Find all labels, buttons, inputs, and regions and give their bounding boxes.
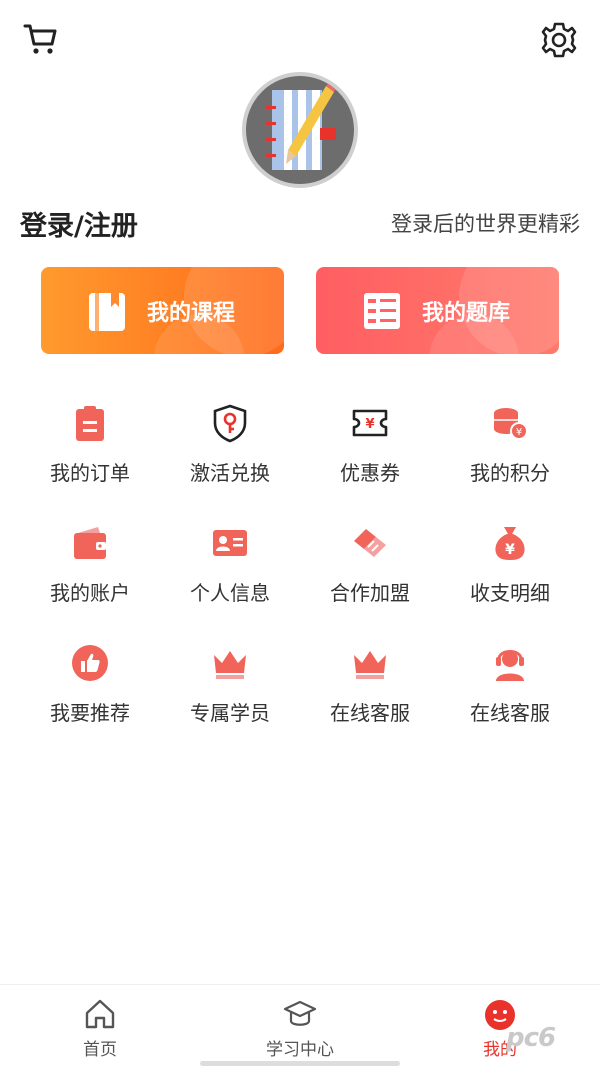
menu-grid: 我的订单 激活兑换 ¥ 优惠券 ¥ 我的积分 我的账户 个人信息 合作加盟 ¥ … [20, 395, 580, 755]
handshake-icon [354, 529, 386, 557]
top-bar [0, 0, 600, 80]
menu-item-label: 在线客服 [330, 701, 410, 725]
money-bag-icon: ¥ [495, 527, 525, 560]
menu-item-label: 我的积分 [470, 461, 550, 485]
crown-icon [214, 651, 246, 679]
menu-item-label: 在线客服 [470, 701, 550, 725]
home-indicator [200, 1061, 400, 1066]
svg-text:¥: ¥ [516, 427, 522, 438]
tab-label: 学习中心 [266, 1040, 334, 1060]
cart-icon[interactable] [22, 20, 60, 58]
tab-label: 首页 [83, 1040, 117, 1060]
menu-item-orders[interactable]: 我的订单 [20, 395, 160, 515]
menu-item-label: 我的订单 [50, 461, 130, 485]
svg-text:¥: ¥ [505, 542, 515, 558]
menu-item-label: 收支明细 [470, 581, 550, 605]
menu-item-account[interactable]: 我的账户 [20, 515, 160, 635]
menu-item-label: 我要推荐 [50, 701, 130, 725]
book-icon [89, 292, 125, 331]
crown-icon [354, 651, 386, 679]
menu-item-label: 合作加盟 [330, 581, 410, 605]
graduation-cap-icon [283, 1000, 317, 1026]
tab-home[interactable]: 首页 [0, 985, 200, 1067]
menu-item-activate-redeem[interactable]: 激活兑换 [160, 395, 300, 515]
id-card-icon [213, 530, 247, 556]
menu-item-label: 激活兑换 [190, 461, 270, 485]
menu-item-partnership[interactable]: 合作加盟 [300, 515, 440, 635]
menu-item-exclusive-students[interactable]: 专属学员 [160, 635, 300, 755]
menu-item-label: 我的账户 [50, 581, 130, 605]
menu-item-label: 优惠券 [340, 461, 400, 485]
thumbs-up-icon [72, 645, 108, 681]
menu-item-coupons[interactable]: ¥ 优惠券 [300, 395, 440, 515]
wallet-icon [74, 527, 106, 559]
tab-mine[interactable]: 我的 [400, 985, 600, 1067]
menu-item-label: 专属学员 [190, 701, 270, 725]
menu-item-income-expense[interactable]: ¥ 收支明细 [440, 515, 580, 635]
menu-item-label: 个人信息 [190, 581, 270, 605]
avatar[interactable] [242, 72, 358, 188]
question-bank-icon [364, 292, 400, 329]
headset-icon [496, 650, 524, 681]
clipboard-icon [76, 406, 104, 441]
notebook-pencil-icon [266, 82, 337, 170]
menu-item-online-service-2[interactable]: 在线客服 [440, 635, 580, 755]
login-register-link[interactable]: 登录/注册 [20, 204, 138, 243]
menu-item-online-service-1[interactable]: 在线客服 [300, 635, 440, 755]
coupon-icon: ¥ [352, 409, 388, 437]
watermark: pc6 [506, 1023, 556, 1053]
my-courses-label: 我的课程 [147, 300, 236, 326]
coins-icon: ¥ [494, 408, 528, 440]
menu-item-recommend[interactable]: 我要推荐 [20, 635, 160, 755]
svg-text:¥: ¥ [365, 417, 374, 432]
tab-study-center[interactable]: 学习中心 [200, 985, 400, 1067]
my-question-bank-label: 我的题库 [422, 300, 511, 326]
menu-item-points[interactable]: ¥ 我的积分 [440, 395, 580, 515]
login-hint: 登录后的世界更精彩 [391, 212, 580, 236]
my-question-bank-button[interactable]: 我的题库 [316, 267, 559, 354]
home-icon [85, 999, 115, 1029]
gear-icon[interactable] [539, 20, 579, 60]
shield-key-icon [213, 404, 247, 443]
my-courses-button[interactable]: 我的课程 [41, 267, 284, 354]
menu-item-personal-info[interactable]: 个人信息 [160, 515, 300, 635]
